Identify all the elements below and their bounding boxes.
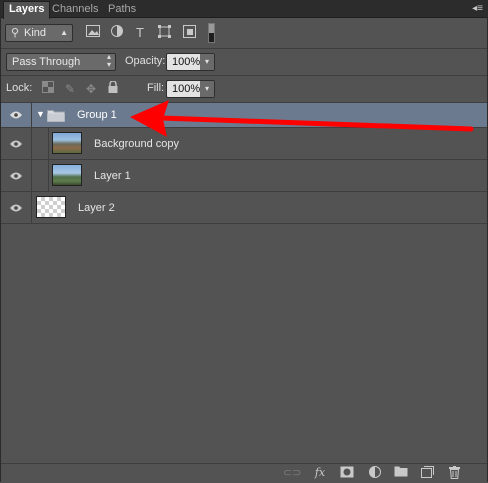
eye-icon [10,140,22,147]
add-mask-icon[interactable] [339,466,355,480]
opacity-input[interactable]: 100% ▾ [166,53,215,71]
new-group-icon[interactable] [393,466,409,480]
smart-object-filter-icon[interactable] [181,25,197,41]
visibility-toggle[interactable] [1,192,32,223]
lock-transparent-icon[interactable] [40,81,56,97]
layer-name: Layer 2 [78,202,115,214]
layer-name: Layer 1 [94,170,131,182]
layer-thumbnail[interactable] [52,164,82,186]
tab-paths[interactable]: Paths [103,2,141,17]
lock-label: Lock: [6,82,33,94]
expand-triangle-icon[interactable]: ▼ [36,109,45,119]
layer-row-background-copy[interactable]: Background copy [1,128,487,160]
link-layers-icon[interactable]: ⊂⊃ [283,466,301,480]
eye-icon [10,111,22,119]
layer-thumbnail[interactable] [52,132,82,154]
layers-bottom-toolbar: ⊂⊃ fx [1,463,487,482]
fx-icon[interactable]: fx [312,466,328,480]
blend-mode-value: Pass Through [12,56,81,68]
layer-row-group-1[interactable]: ▼ Group 1 [1,103,487,128]
tab-layers[interactable]: Layers [3,1,51,19]
chevron-down-icon[interactable]: ▾ [200,54,214,70]
panel-menu-icon[interactable]: ◂≡ [472,3,483,14]
fill-input[interactable]: 100% ▾ [166,80,215,98]
chevron-updown-icon: ▴ ▾ [106,52,111,69]
blend-mode-select[interactable]: Pass Through ▴ ▾ [6,53,116,71]
adjustment-layer-icon[interactable] [367,466,383,480]
layer-name: Group 1 [77,109,117,121]
indent-spacer [32,128,49,159]
fill-value: 100% [172,83,201,95]
lock-image-icon[interactable]: ✎ [62,81,78,97]
indent-spacer [32,160,49,191]
lock-position-icon[interactable]: ✥ [83,81,99,97]
layer-row-layer-1[interactable]: Layer 1 [1,160,487,192]
filter-kind-label: Kind [24,27,47,39]
layer-row-layer-2[interactable]: Layer 2 [1,192,487,224]
layer-thumbnail[interactable] [36,196,66,218]
visibility-toggle[interactable] [1,103,32,127]
chevron-down-icon[interactable]: ▾ [200,81,214,97]
delete-layer-icon[interactable] [446,466,462,480]
fill-label: Fill: [147,82,165,94]
filter-toggle-switch[interactable] [208,23,215,43]
blend-row: Pass Through ▴ ▾ Opacity: 100% ▾ [1,49,487,76]
layers-panel: Layers Channels Paths ◂≡ ⚲ Kind ▲ T Pass… [0,0,488,482]
eye-icon [10,172,22,179]
folder-icon [47,110,65,122]
shape-filter-icon[interactable] [156,25,172,41]
opacity-value: 100% [172,56,201,68]
adjustment-filter-icon[interactable] [109,25,125,41]
chevron-updown-icon: ▲ [60,28,68,37]
tab-channels[interactable]: Channels [47,2,103,17]
layers-list: ▼ Group 1 Background copy Layer 1 Layer … [1,103,487,463]
image-filter-icon[interactable] [85,25,101,41]
visibility-toggle[interactable] [1,160,32,191]
new-layer-icon[interactable] [419,466,435,480]
search-icon: ⚲ [11,27,20,39]
lock-row: Lock: ✎ ✥ Fill: 100% ▾ [1,76,487,103]
visibility-toggle[interactable] [1,128,32,159]
filter-row: ⚲ Kind ▲ T [1,19,487,49]
filter-kind-select[interactable]: ⚲ Kind ▲ [5,24,73,42]
panel-tab-bar: Layers Channels Paths ◂≡ [1,1,487,19]
opacity-label: Opacity: [125,55,166,67]
layer-name: Background copy [94,138,179,150]
type-filter-icon[interactable]: T [132,25,148,41]
lock-all-icon[interactable] [105,80,121,97]
eye-icon [10,204,22,211]
